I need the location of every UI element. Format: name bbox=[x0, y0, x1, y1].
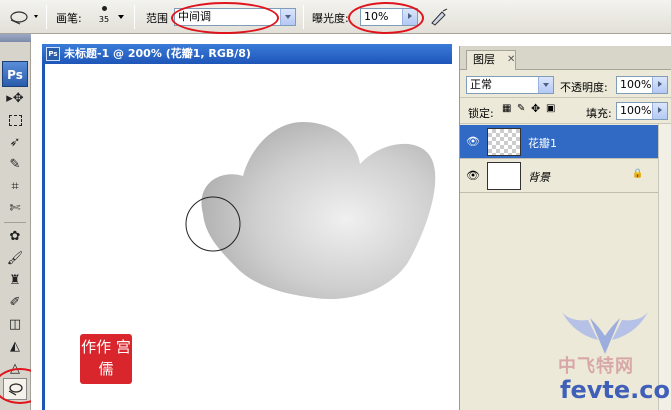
document-title-bar[interactable]: Ps 未标题-1 @ 200% (花瓣1, RGB/8) bbox=[42, 44, 452, 64]
blend-mode-select[interactable]: 正常 bbox=[466, 76, 554, 94]
tab-layers[interactable]: 图层 ✕ bbox=[466, 50, 516, 70]
brush-size: 35 bbox=[98, 15, 110, 24]
tab-layers-label: 图层 bbox=[473, 53, 495, 66]
close-icon[interactable]: ✕ bbox=[507, 51, 515, 69]
chevron-down-icon[interactable] bbox=[280, 9, 295, 25]
options-bar: 画笔: 35 范围 中间调 曝光度: 10% bbox=[0, 0, 671, 34]
watermark-url: fevte.com bbox=[560, 376, 671, 404]
move-tool-icon[interactable]: ▸✥ bbox=[3, 88, 27, 110]
lock-label: 锁定: bbox=[468, 107, 494, 120]
eye-icon[interactable]: 👁 bbox=[466, 169, 480, 183]
opacity-input[interactable]: 100% bbox=[616, 76, 668, 94]
range-select[interactable]: 中间调 bbox=[174, 8, 296, 26]
lock-position-icon[interactable]: ✥ bbox=[531, 102, 540, 115]
exposure-slider-arrow-icon[interactable] bbox=[402, 9, 417, 25]
crop-tool-icon[interactable]: ⌗ bbox=[3, 176, 27, 198]
marquee-tool-icon[interactable] bbox=[3, 110, 27, 132]
blend-row: 正常 不透明度: 100% bbox=[460, 72, 671, 98]
brush-preset-picker[interactable]: 35 bbox=[94, 3, 114, 31]
toolbox-grip[interactable] bbox=[0, 34, 31, 42]
layer-thumbnail bbox=[487, 128, 521, 156]
opacity-slider-arrow-icon[interactable] bbox=[652, 77, 667, 93]
range-value: 中间调 bbox=[178, 10, 211, 23]
slice-tool-icon[interactable]: ✄ bbox=[3, 198, 27, 220]
seal-stamp: 作作 宫儒 bbox=[80, 334, 132, 384]
history-brush-tool-icon[interactable]: ✐ bbox=[3, 292, 27, 314]
fill-value: 100% bbox=[620, 104, 652, 117]
dodge-icon-graphic bbox=[8, 383, 23, 396]
blend-mode-value: 正常 bbox=[470, 78, 492, 91]
lasso-tool-icon[interactable]: ➶ bbox=[3, 132, 27, 154]
brush-label: 画笔: bbox=[56, 12, 82, 25]
layer-row-background[interactable]: 👁 背景 🔒 bbox=[460, 159, 658, 193]
range-label: 范围 bbox=[146, 12, 168, 25]
brush-tool-icon[interactable]: 🖌 bbox=[3, 248, 27, 270]
lock-icon: 🔒 bbox=[632, 169, 644, 179]
exposure-input[interactable]: 10% bbox=[360, 8, 418, 26]
brush-dropdown-icon[interactable] bbox=[118, 15, 124, 19]
layer-name: 背景 bbox=[528, 171, 550, 184]
layer-name: 花瓣1 bbox=[528, 137, 557, 150]
eye-icon[interactable]: 👁 bbox=[466, 135, 480, 149]
brush-tip-icon bbox=[101, 6, 107, 11]
airbrush-button[interactable] bbox=[428, 7, 450, 27]
exposure-label: 曝光度: bbox=[312, 12, 349, 25]
paint-bucket-tool-icon[interactable]: ◭ bbox=[3, 336, 27, 358]
lock-image-icon[interactable]: ✎ bbox=[517, 103, 525, 114]
tool-preset-picker[interactable] bbox=[6, 7, 40, 27]
lock-all-icon[interactable]: ▣ bbox=[546, 103, 555, 114]
wings-logo-icon bbox=[562, 312, 648, 354]
document-title: 未标题-1 @ 200% (花瓣1, RGB/8) bbox=[64, 47, 251, 60]
lock-row: 锁定: ▦ ✎ ✥ ▣ 填充: 100% bbox=[460, 98, 671, 124]
layers-tab-row: 图层 ✕ bbox=[460, 46, 671, 70]
exposure-value: 10% bbox=[364, 10, 389, 23]
watermark-text: 中飞特网 bbox=[558, 356, 634, 377]
layer-thumbnail bbox=[487, 162, 521, 190]
opacity-label: 不透明度: bbox=[560, 81, 608, 94]
layers-scrollbar[interactable] bbox=[658, 124, 671, 410]
fill-slider-arrow-icon[interactable] bbox=[652, 103, 667, 119]
blur-tool-icon[interactable]: △ bbox=[3, 358, 27, 380]
dodge-tool-icon bbox=[10, 11, 38, 25]
magic-wand-tool-icon[interactable]: ✎ bbox=[3, 154, 27, 176]
healing-brush-tool-icon[interactable]: ✿ bbox=[3, 226, 27, 248]
dodge-tool-icon[interactable] bbox=[3, 378, 27, 400]
toolbox: Ps ▸✥ ➶ ✎ ⌗ ✄ ✿ 🖌 ♜ ✐ ◫ ◭ △ bbox=[0, 34, 46, 410]
chevron-down-icon[interactable] bbox=[538, 77, 553, 93]
fill-label: 填充: bbox=[586, 107, 612, 120]
ps-logo[interactable]: Ps bbox=[2, 61, 28, 87]
clone-stamp-tool-icon[interactable]: ♜ bbox=[3, 270, 27, 292]
seal-text: 作作 宫儒 bbox=[81, 338, 131, 378]
opacity-value: 100% bbox=[620, 78, 652, 91]
fill-input[interactable]: 100% bbox=[616, 102, 668, 120]
lock-transparent-icon[interactable]: ▦ bbox=[502, 103, 511, 114]
eraser-tool-icon[interactable]: ◫ bbox=[3, 314, 27, 336]
layer-row-petal[interactable]: 👁 花瓣1 bbox=[460, 125, 658, 159]
document-icon: Ps bbox=[46, 47, 60, 61]
airbrush-icon bbox=[431, 8, 448, 26]
